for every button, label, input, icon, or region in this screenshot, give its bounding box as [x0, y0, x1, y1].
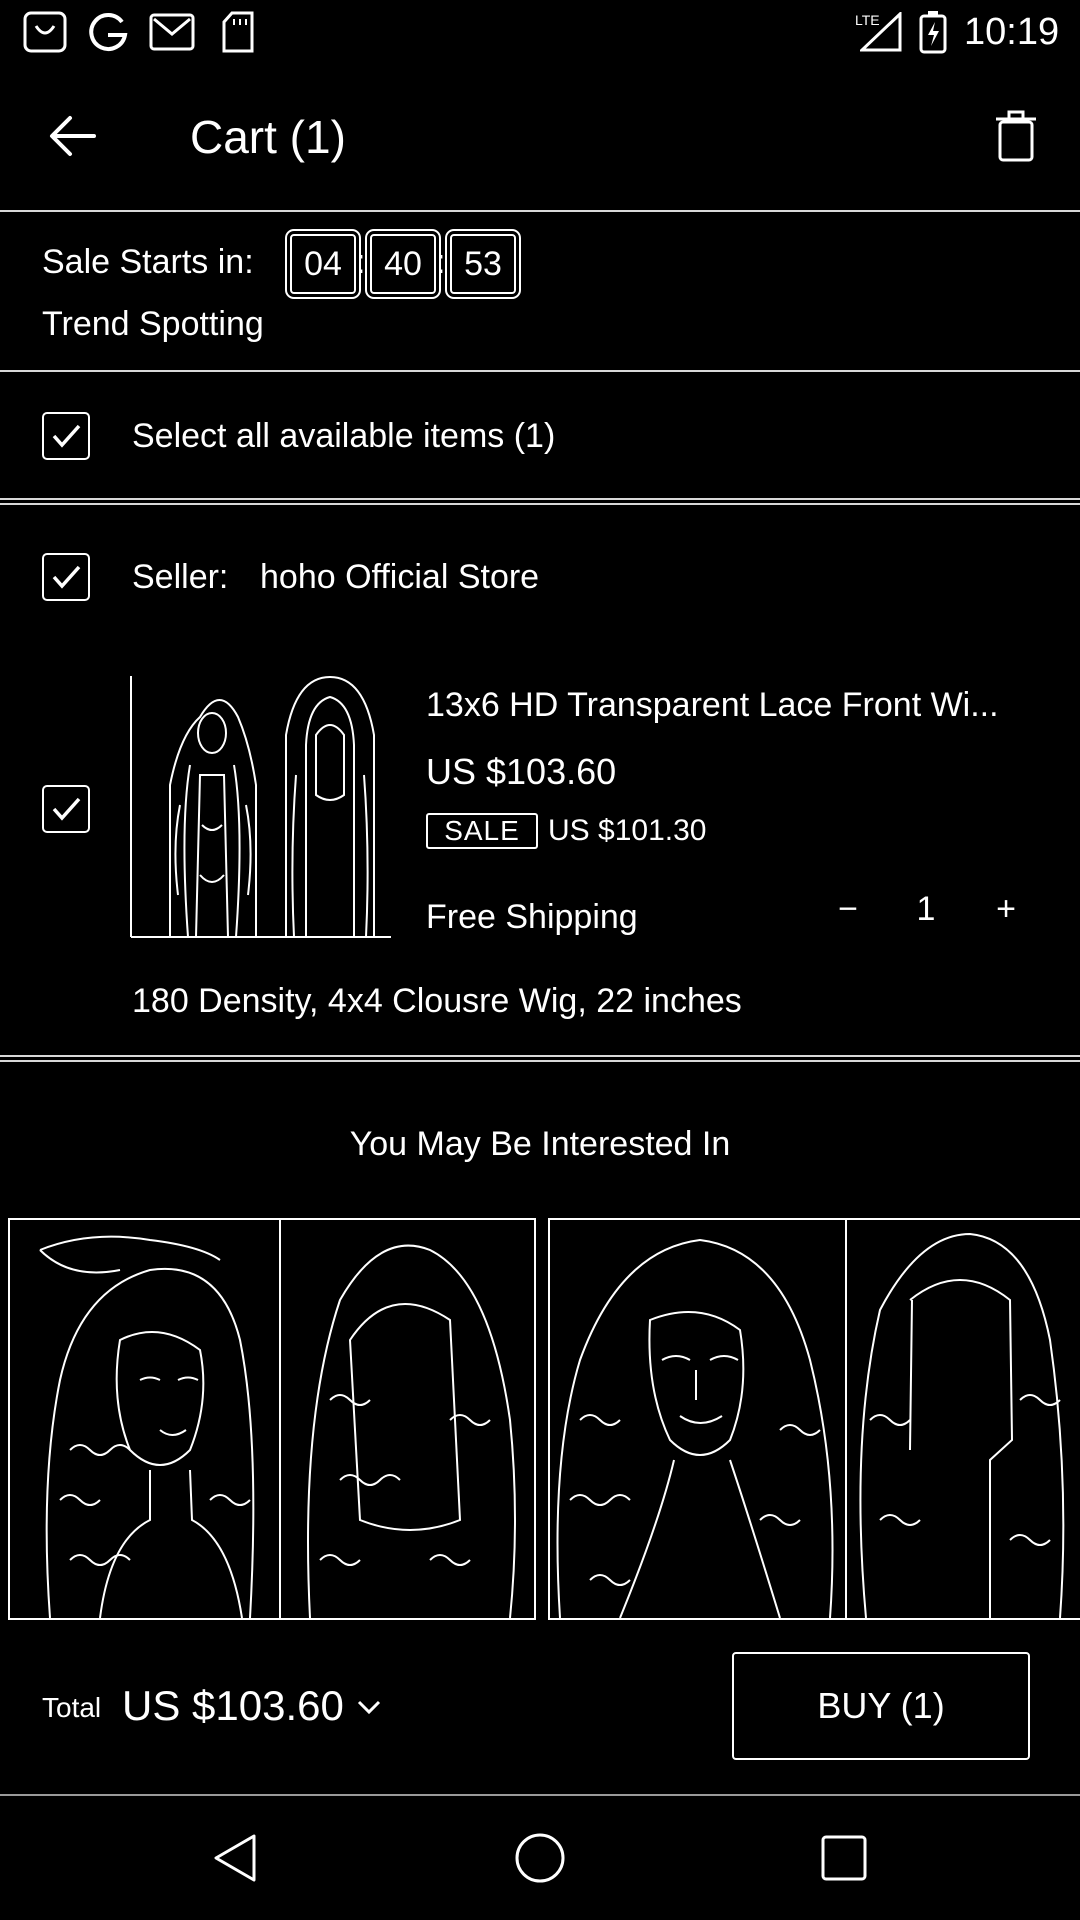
product-variant[interactable]: 180 Density, 4x4 Clousre Wig, 22 inches — [132, 981, 742, 1021]
sd-card-icon — [220, 10, 256, 54]
sale-price: US $101.30 — [548, 814, 707, 847]
quantity-decrease-button[interactable]: − — [828, 889, 868, 929]
product-title[interactable]: 13x6 HD Transparent Lace Front Wi... — [426, 685, 1026, 725]
nav-recents-icon[interactable] — [820, 1834, 868, 1882]
recommendation-card[interactable] — [548, 1218, 1080, 1620]
seller-checkbox[interactable] — [42, 553, 90, 601]
sale-countdown: Sale Starts in: 04 : 40 : 53 Trend Spott… — [0, 212, 1080, 370]
countdown-hours: 04 — [285, 229, 361, 299]
seller-row[interactable]: Seller: hoho Official Store — [0, 505, 1080, 645]
shipping-info: Free Shipping — [426, 898, 638, 936]
recommendation-card[interactable] — [8, 1218, 536, 1620]
page-title: Cart (1) — [190, 111, 346, 163]
app-header: Cart (1) — [0, 66, 1080, 210]
seller-name[interactable]: hoho Official Store — [260, 557, 539, 597]
trash-icon[interactable] — [994, 108, 1038, 162]
countdown-separator: : — [436, 243, 446, 281]
sale-badge: SALE — [426, 813, 538, 849]
total-label: Total — [42, 1692, 102, 1723]
select-all-row[interactable]: Select all available items (1) — [0, 372, 1080, 498]
sale-label: Sale Starts in: — [42, 243, 254, 281]
seller-prefix: Seller: — [132, 558, 229, 596]
gmail-icon — [148, 10, 196, 54]
item-checkbox[interactable] — [42, 785, 90, 833]
select-all-checkbox[interactable] — [42, 412, 90, 460]
back-arrow-icon[interactable] — [48, 114, 98, 158]
total-value[interactable]: US $103.60 — [122, 1682, 344, 1730]
divider — [0, 1055, 1080, 1057]
promo-subtitle: Trend Spotting — [42, 305, 264, 343]
recommendations-title: You May Be Interested In — [349, 1125, 731, 1163]
product-image[interactable] — [130, 675, 392, 941]
cart-item: 13x6 HD Transparent Lace Front Wi... US … — [0, 645, 1080, 1055]
checkout-bar: Total US $103.60 BUY (1) — [0, 1630, 1080, 1794]
quantity-increase-button[interactable]: + — [986, 889, 1026, 929]
countdown-seconds: 53 — [445, 229, 521, 299]
system-nav-bar — [0, 1796, 1080, 1920]
countdown-minutes: 40 — [365, 229, 441, 299]
product-price: US $103.60 — [426, 751, 617, 792]
battery-charging-icon — [918, 10, 948, 54]
quantity-value: 1 — [916, 890, 936, 928]
google-icon — [86, 10, 130, 54]
signal-icon — [860, 12, 902, 52]
divider — [0, 498, 1080, 500]
buy-button[interactable]: BUY (1) — [732, 1652, 1030, 1760]
status-time: 10:19 — [964, 11, 1060, 53]
chevron-down-icon[interactable] — [356, 1698, 382, 1716]
nav-back-icon[interactable] — [212, 1832, 258, 1884]
status-bar: LTE 10:19 — [0, 0, 1080, 66]
countdown-separator: : — [356, 243, 366, 281]
divider — [0, 1060, 1080, 1062]
nav-home-icon[interactable] — [514, 1832, 566, 1884]
select-all-label: Select all available items (1) — [132, 417, 556, 455]
shopping-bag-icon — [22, 10, 68, 54]
